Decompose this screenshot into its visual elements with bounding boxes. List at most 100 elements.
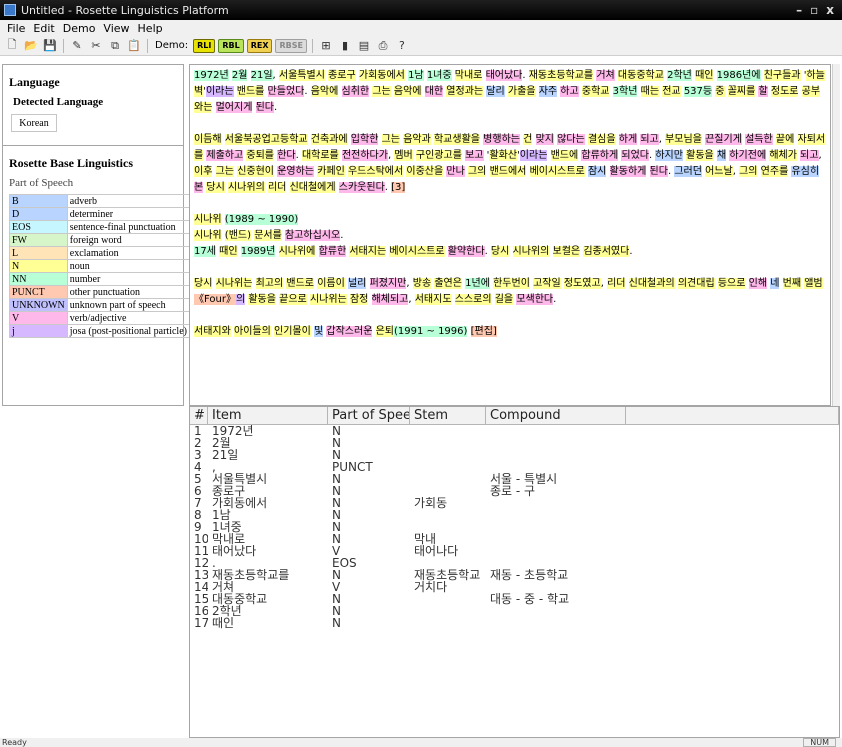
token-highlight[interactable]: 시나위의 xyxy=(227,182,265,193)
token-highlight[interactable]: 중학교 xyxy=(581,86,610,97)
token-highlight[interactable]: 활약한다 xyxy=(447,246,485,257)
table-row[interactable]: 16 2학년 N xyxy=(190,605,839,617)
token-highlight[interactable]: 만나 xyxy=(446,166,465,177)
help-icon[interactable]: ? xyxy=(394,38,410,54)
token-highlight[interactable]: 인해 xyxy=(748,278,768,289)
token-highlight[interactable]: (1989 ~ 1990) xyxy=(224,214,299,225)
token-highlight[interactable]: 리더 xyxy=(607,278,626,289)
token-highlight[interactable]: 된다 xyxy=(255,102,274,113)
token-highlight[interactable]: 시나위는 xyxy=(215,278,253,289)
menu-demo[interactable]: Demo xyxy=(59,22,100,35)
token-highlight[interactable]: 할 xyxy=(758,86,768,97)
token-highlight[interactable]: 1989년 xyxy=(240,246,276,257)
demo-rli-button[interactable]: RLI xyxy=(193,38,216,53)
table-row[interactable]: 17 때인 N xyxy=(190,617,839,629)
token-highlight[interactable]: (1991 ~ 1996) xyxy=(393,326,468,337)
token-highlight[interactable]: 본 xyxy=(194,182,204,193)
token-highlight[interactable]: 537등 xyxy=(683,86,713,97)
token-highlight[interactable]: 시나위는 xyxy=(309,294,347,305)
copy-icon[interactable]: ⧉ xyxy=(107,38,123,54)
token-highlight[interactable]: 멤버 xyxy=(394,150,413,161)
token-highlight[interactable]: 학교생활을 xyxy=(433,134,480,145)
token-highlight[interactable]: 스카웃된다 xyxy=(338,182,385,193)
token-highlight[interactable]: 《Four》 xyxy=(194,294,236,305)
token-highlight[interactable]: 시나위에 xyxy=(278,246,316,257)
token-highlight[interactable]: 보컬은 xyxy=(552,246,581,257)
token-highlight[interactable]: 우드스탁에서 xyxy=(347,166,404,177)
token-highlight[interactable]: 출연은 xyxy=(434,278,462,289)
token-highlight[interactable]: 유심히 xyxy=(791,166,820,177)
token-highlight[interactable]: 고작일 xyxy=(533,278,561,289)
token-highlight[interactable]: 대한 xyxy=(424,86,444,97)
token-highlight[interactable]: 서태지도 xyxy=(414,294,452,305)
token-highlight[interactable]: 음악과 xyxy=(403,134,431,145)
menu-file[interactable]: File xyxy=(3,22,29,35)
token-highlight[interactable]: 길을 xyxy=(494,294,514,305)
token-grid[interactable]: # Item Part of Speech Stem Compound 1197… xyxy=(189,406,840,738)
token-highlight[interactable]: 갑작스러운 xyxy=(326,326,373,337)
token-highlight[interactable]: 어느날 xyxy=(705,166,733,177)
properties-icon[interactable]: ▤ xyxy=(356,38,372,54)
grid-header-pos[interactable]: Part of Speech xyxy=(328,407,410,424)
token-highlight[interactable]: 인기몰이 xyxy=(274,326,311,337)
token-highlight[interactable]: 병행하는 xyxy=(483,134,520,145)
table-row[interactable]: 11 태어났다 V 태어나다 xyxy=(190,545,839,557)
token-highlight[interactable]: 보고 xyxy=(465,150,484,161)
token-highlight[interactable]: 정도로 xyxy=(770,86,799,97)
token-highlight[interactable]: 중 xyxy=(715,86,725,97)
token-highlight[interactable]: 서태지는 xyxy=(349,246,387,257)
token-highlight[interactable]: 태어났다 xyxy=(485,70,523,81)
token-highlight[interactable]: 한두번이 xyxy=(493,278,530,289)
grid-header-item[interactable]: Item xyxy=(208,407,328,424)
annotated-text-pane[interactable]: 1972년 2월 21일, 서울특별시 종로구 가회동에서 1남 1녀중 막내로… xyxy=(189,64,831,406)
token-highlight[interactable]: 막내로 xyxy=(454,70,483,81)
token-highlight[interactable]: 등으로 xyxy=(717,278,746,289)
token-highlight[interactable]: 3학년 xyxy=(612,86,638,97)
token-highlight[interactable]: 모색한다 xyxy=(516,294,554,305)
table-row[interactable]: 15 대동중학교 N 대동 - 중 - 학교 xyxy=(190,593,839,605)
token-highlight[interactable]: 한다 xyxy=(277,150,296,161)
token-highlight[interactable]: 잠정 xyxy=(349,294,369,305)
token-highlight[interactable]: 문서를 xyxy=(254,230,282,241)
token-highlight[interactable]: 때인 xyxy=(219,246,238,257)
minimize-button[interactable]: – xyxy=(796,3,802,17)
token-highlight[interactable]: 2월 xyxy=(231,70,248,81)
token-highlight[interactable]: 시나위의 xyxy=(512,246,550,257)
demo-rbl-button[interactable]: RBL xyxy=(218,38,244,53)
token-highlight[interactable]: 연주를 xyxy=(760,166,789,177)
token-highlight[interactable]: 밴드에 xyxy=(550,150,579,161)
token-highlight[interactable]: 해체되고 xyxy=(371,294,409,305)
token-highlight[interactable]: 달리 xyxy=(486,86,505,97)
token-highlight[interactable]: 활화산 xyxy=(489,150,518,161)
token-highlight[interactable]: 시나위 xyxy=(194,214,222,225)
demo-rex-button[interactable]: REX xyxy=(246,38,273,53)
token-highlight[interactable]: 멀어지게 xyxy=(215,102,253,113)
menu-view[interactable]: View xyxy=(99,22,133,35)
token-highlight[interactable]: 밴드로 xyxy=(286,278,314,289)
token-highlight[interactable]: 가회동에서 xyxy=(358,70,405,81)
token-highlight[interactable]: 이라는 xyxy=(205,86,234,97)
token-highlight[interactable]: 최고의 xyxy=(255,278,284,289)
token-highlight[interactable]: 1녀중 xyxy=(426,70,452,81)
token-highlight[interactable]: 때인 xyxy=(695,70,714,81)
token-highlight[interactable]: 1972년 xyxy=(194,70,229,81)
token-highlight[interactable]: 신대철과의 xyxy=(628,278,675,289)
token-highlight[interactable]: 그러던 xyxy=(674,166,702,177)
token-highlight[interactable]: 음악에 xyxy=(310,86,339,97)
token-highlight[interactable]: 가출을 xyxy=(507,86,536,97)
token-highlight[interactable]: 부모님을 xyxy=(665,134,702,145)
table-row[interactable]: 3 21일 N xyxy=(190,449,839,461)
table-row[interactable]: 12. EOS xyxy=(190,557,839,569)
menu-help[interactable]: Help xyxy=(134,22,167,35)
token-highlight[interactable]: 방송 xyxy=(412,278,432,289)
token-highlight[interactable]: 베이시스트로 xyxy=(389,246,445,257)
table-row[interactable]: 14 거쳐 V 거치다 xyxy=(190,581,839,593)
table-row[interactable]: 13 재동초등학교를 N 재동초등학교 재동 - 초등학교 xyxy=(190,569,839,581)
token-highlight[interactable]: 하고 xyxy=(560,86,579,97)
token-highlight[interactable]: 아이들의 xyxy=(234,326,271,337)
token-highlight[interactable]: 번째 xyxy=(782,278,802,289)
token-highlight[interactable]: 베이시스트로 xyxy=(529,166,585,177)
token-highlight[interactable]: 전교 xyxy=(662,86,681,97)
token-highlight[interactable]: 대동중학교 xyxy=(617,70,664,81)
token-highlight[interactable]: 끈질기게 xyxy=(705,134,742,145)
